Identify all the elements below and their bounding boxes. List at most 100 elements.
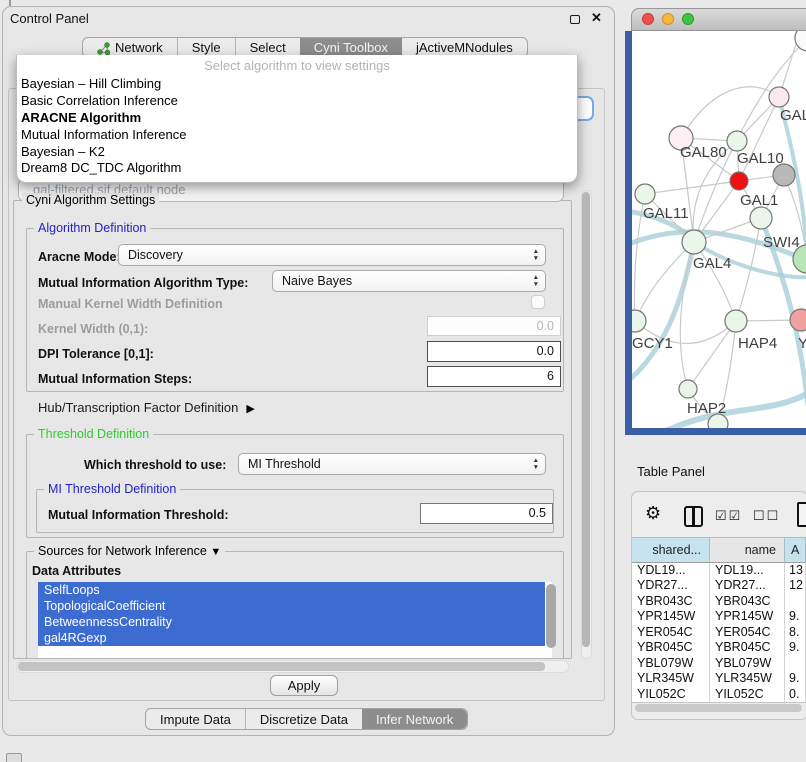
select-all-icon[interactable]: ☑☑ [715,508,742,524]
columns-icon[interactable] [684,506,703,527]
aracne-mode-select[interactable]: Discovery ▲▼ [118,244,546,266]
network-node[interactable] [795,31,806,51]
which-threshold-select[interactable]: MI Threshold ▲▼ [238,453,546,475]
network-edge[interactable] [645,181,739,194]
dpi-tolerance-field[interactable]: 0.0 [427,341,561,362]
window-zoom-button[interactable] [682,13,694,25]
list-item-gal4rgexp[interactable]: gal4RGexp [38,630,545,646]
settings-vscrollbar-thumb[interactable] [582,192,590,647]
network-edge[interactable] [688,321,736,389]
list-item-topologicalcoefficient[interactable]: TopologicalCoefficient [38,598,545,614]
network-node[interactable] [679,380,697,398]
collapse-right-icon: ▶ [246,403,254,415]
dropdown-item-bayesian-k2[interactable]: Bayesian – K2 [21,144,186,161]
network-node[interactable] [727,131,747,151]
table-header: shared... name A [632,537,806,563]
window-minimize-button[interactable] [662,13,674,25]
dropdown-item-dream8[interactable]: Dream8 DC_TDC Algorithm [21,160,186,177]
column-header-partial[interactable]: A [785,537,806,563]
table-row[interactable]: YDL19...YDL19...13 [632,563,806,578]
tab-infer-network[interactable]: Infer Network [362,709,467,729]
table-row[interactable]: YPR145WYPR145W9. [632,609,806,624]
table-row[interactable]: YER054CYER054C8. [632,625,806,640]
dropdown-item-basic-correlation[interactable]: Basic Correlation Inference [21,93,186,110]
settings-hscrollbar-thumb[interactable] [18,662,545,671]
file-icon[interactable] [797,502,806,527]
deselect-all-icon[interactable]: ☐☐ [753,508,780,524]
table-cell: 13 [785,563,806,578]
table-cell: YLR345W [632,671,710,686]
mi-type-label: Mutual Information Algorithm Type: [38,276,248,290]
list-item-selfloops[interactable]: SelfLoops [38,582,545,598]
window-close-button[interactable] [642,13,654,25]
tab-discretize-data-label: Discretize Data [260,710,348,729]
network-node-label: GAL80 [680,144,727,161]
table-row[interactable]: YLR345WYLR345W9. [632,671,806,686]
sources-group-title[interactable]: Sources for Network Inference ▼ [34,544,225,558]
tab-discretize-data[interactable]: Discretize Data [245,709,362,729]
table-row[interactable]: YBR043CYBR043C [632,594,806,609]
apply-button[interactable]: Apply [270,675,338,696]
network-node[interactable] [682,230,706,254]
mi-threshold-field[interactable]: 0.5 [420,503,553,524]
network-node-label: GAL11 [643,205,689,222]
dropdown-item-aracne[interactable]: ARACNE Algorithm [21,110,186,127]
network-node[interactable] [730,172,748,190]
table-row[interactable]: YIL052CYIL052C0. [632,687,806,702]
table-cell: YER054C [710,625,785,640]
network-node[interactable] [635,184,655,204]
table-cell: YLR345W [710,671,785,686]
gear-icon[interactable]: ⚙ [645,503,661,524]
kernel-width-field[interactable]: 0.0 [427,316,561,336]
bottom-left-panel-icon[interactable] [6,753,22,762]
network-node-label: GAL10 [737,150,784,167]
data-attributes-label: Data Attributes [32,564,121,578]
dropdown-item-mutual-information[interactable]: Mutual Information Inference [21,127,186,144]
combo-arrows-icon: ▲▼ [533,274,539,288]
mi-steps-label: Mutual Information Steps: [38,372,192,386]
column-header-name[interactable]: name [710,537,785,563]
table-cell: YDR27... [710,578,785,593]
hub-definition-toggle[interactable]: Hub/Transcription Factor Definition ▶ [38,400,255,415]
network-node[interactable] [769,87,789,107]
algorithm-dropdown-list: Bayesian – Hill Climbing Basic Correlati… [21,76,186,177]
network-node[interactable] [773,164,795,186]
table-cell: YIL052C [632,687,710,702]
table-panel-title: Table Panel [637,464,705,479]
table-cell: YER054C [632,625,710,640]
table-row[interactable]: YBR045CYBR045C9. [632,640,806,655]
table-row[interactable]: YBL079WYBL079W [632,656,806,671]
close-icon[interactable]: ✕ [591,10,602,26]
table-cell: 0. [785,687,806,702]
network-icon [97,41,110,54]
column-header-shared[interactable]: shared... [632,537,710,563]
mi-type-select[interactable]: Naive Bayes ▲▼ [272,270,546,292]
network-window-titlebar[interactable] [631,8,806,31]
list-item-betweennesscentrality[interactable]: BetweennessCentrality [38,614,545,630]
network-node[interactable] [725,310,747,332]
list-scrollbar-thumb[interactable] [546,584,556,648]
table-cell: YIL052C [710,687,785,702]
network-node-label: HAP4 [738,335,777,352]
table-row[interactable]: YDR27...YDR27...12 [632,578,806,593]
dpi-tolerance-label: DPI Tolerance [0,1]: [38,347,154,361]
network-node[interactable] [750,207,772,229]
network-node[interactable] [790,309,806,331]
tab-impute-data-label: Impute Data [160,710,231,729]
algorithm-definition-title: Algorithm Definition [34,221,150,235]
collapse-down-icon: ▼ [210,546,221,558]
table-cell: YDR27... [632,578,710,593]
hub-definition-label: Hub/Transcription Factor Definition [38,400,238,415]
table-hscrollbar-thumb[interactable] [635,704,802,712]
mi-steps-field[interactable]: 6 [427,366,561,387]
table-cell: YBL079W [710,656,785,671]
table-cell: YBR045C [632,640,710,655]
network-canvas[interactable]: GALGAL80GAL10GAL1GAL11SWI4GAL4GCY1HAP4YH… [632,31,806,428]
threshold-definition-title: Threshold Definition [34,427,153,441]
cyni-settings-group-title: Cyni Algorithm Settings [22,193,159,207]
float-window-icon[interactable] [570,15,580,24]
sources-title-text: Sources for Network Inference [38,544,207,558]
dropdown-item-bayesian-hill-climbing[interactable]: Bayesian – Hill Climbing [21,76,186,93]
tab-impute-data[interactable]: Impute Data [146,709,245,729]
manual-kernel-checkbox[interactable] [531,295,545,309]
